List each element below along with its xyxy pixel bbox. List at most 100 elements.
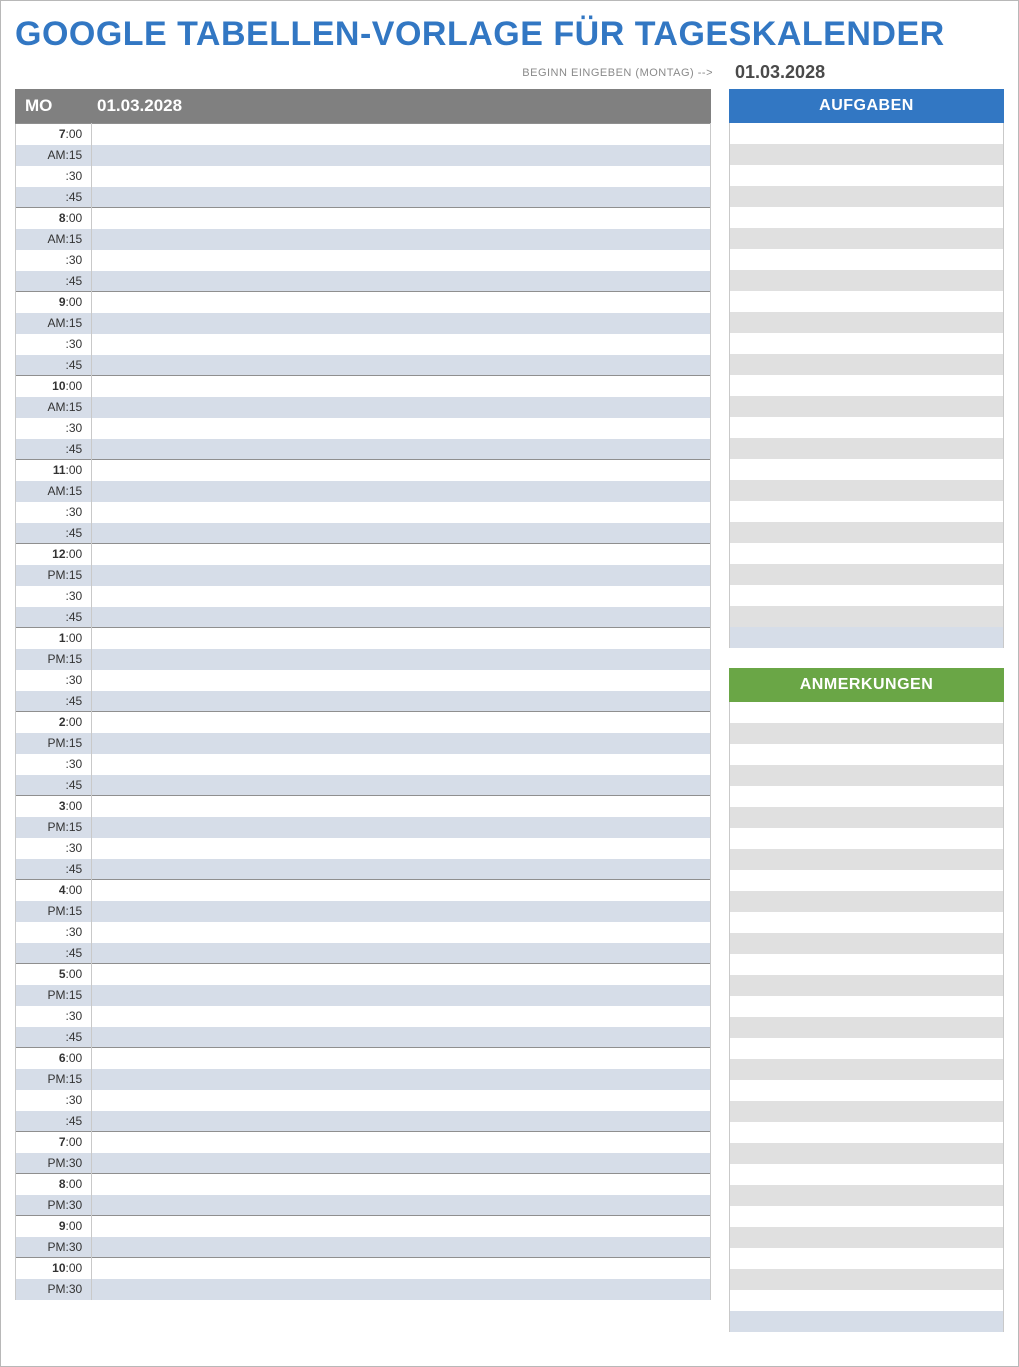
schedule-cell[interactable] — [92, 922, 711, 943]
schedule-cell[interactable] — [92, 733, 711, 754]
side-cell[interactable] — [730, 417, 1004, 438]
side-cell[interactable] — [730, 1311, 1004, 1332]
side-cell[interactable] — [730, 438, 1004, 459]
schedule-cell[interactable] — [92, 1258, 711, 1279]
schedule-cell[interactable] — [92, 1153, 711, 1174]
schedule-cell[interactable] — [92, 586, 711, 607]
side-cell[interactable] — [730, 933, 1004, 954]
start-date-value[interactable]: 01.03.2028 — [729, 62, 1004, 83]
schedule-cell[interactable] — [92, 208, 711, 229]
schedule-cell[interactable] — [92, 1279, 711, 1300]
schedule-cell[interactable] — [92, 544, 711, 565]
schedule-cell[interactable] — [92, 355, 711, 376]
schedule-cell[interactable] — [92, 334, 711, 355]
side-cell[interactable] — [730, 1185, 1004, 1206]
schedule-cell[interactable] — [92, 1132, 711, 1153]
side-cell[interactable] — [730, 1101, 1004, 1122]
side-cell[interactable] — [730, 870, 1004, 891]
side-cell[interactable] — [730, 165, 1004, 186]
schedule-cell[interactable] — [92, 376, 711, 397]
side-cell[interactable] — [730, 270, 1004, 291]
schedule-cell[interactable] — [92, 880, 711, 901]
side-cell[interactable] — [730, 501, 1004, 522]
schedule-cell[interactable] — [92, 691, 711, 712]
side-cell[interactable] — [730, 1248, 1004, 1269]
schedule-cell[interactable] — [92, 229, 711, 250]
side-cell[interactable] — [730, 807, 1004, 828]
side-cell[interactable] — [730, 1080, 1004, 1101]
side-cell[interactable] — [730, 954, 1004, 975]
schedule-cell[interactable] — [92, 565, 711, 586]
side-cell[interactable] — [730, 396, 1004, 417]
side-cell[interactable] — [730, 627, 1004, 648]
schedule-cell[interactable] — [92, 859, 711, 880]
side-cell[interactable] — [730, 996, 1004, 1017]
schedule-cell[interactable] — [92, 124, 711, 145]
schedule-cell[interactable] — [92, 943, 711, 964]
schedule-cell[interactable] — [92, 418, 711, 439]
side-cell[interactable] — [730, 249, 1004, 270]
side-cell[interactable] — [730, 585, 1004, 606]
schedule-cell[interactable] — [92, 1048, 711, 1069]
schedule-cell[interactable] — [92, 1027, 711, 1048]
schedule-cell[interactable] — [92, 1237, 711, 1258]
side-cell[interactable] — [730, 723, 1004, 744]
schedule-cell[interactable] — [92, 187, 711, 208]
schedule-cell[interactable] — [92, 754, 711, 775]
side-cell[interactable] — [730, 1269, 1004, 1290]
side-cell[interactable] — [730, 186, 1004, 207]
side-cell[interactable] — [730, 543, 1004, 564]
side-cell[interactable] — [730, 786, 1004, 807]
side-cell[interactable] — [730, 975, 1004, 996]
side-cell[interactable] — [730, 207, 1004, 228]
side-cell[interactable] — [730, 702, 1004, 723]
schedule-cell[interactable] — [92, 166, 711, 187]
side-cell[interactable] — [730, 828, 1004, 849]
side-cell[interactable] — [730, 1206, 1004, 1227]
side-cell[interactable] — [730, 1017, 1004, 1038]
schedule-cell[interactable] — [92, 985, 711, 1006]
schedule-cell[interactable] — [92, 145, 711, 166]
schedule-cell[interactable] — [92, 439, 711, 460]
schedule-cell[interactable] — [92, 481, 711, 502]
schedule-cell[interactable] — [92, 1006, 711, 1027]
side-cell[interactable] — [730, 333, 1004, 354]
side-cell[interactable] — [730, 1164, 1004, 1185]
schedule-cell[interactable] — [92, 1216, 711, 1237]
schedule-cell[interactable] — [92, 1174, 711, 1195]
side-cell[interactable] — [730, 228, 1004, 249]
side-cell[interactable] — [730, 375, 1004, 396]
side-cell[interactable] — [730, 891, 1004, 912]
schedule-cell[interactable] — [92, 817, 711, 838]
side-cell[interactable] — [730, 459, 1004, 480]
side-cell[interactable] — [730, 354, 1004, 375]
side-cell[interactable] — [730, 144, 1004, 165]
side-cell[interactable] — [730, 1122, 1004, 1143]
schedule-cell[interactable] — [92, 1069, 711, 1090]
side-cell[interactable] — [730, 312, 1004, 333]
side-cell[interactable] — [730, 123, 1004, 144]
schedule-cell[interactable] — [92, 712, 711, 733]
schedule-cell[interactable] — [92, 607, 711, 628]
schedule-cell[interactable] — [92, 397, 711, 418]
schedule-cell[interactable] — [92, 502, 711, 523]
side-cell[interactable] — [730, 1038, 1004, 1059]
side-cell[interactable] — [730, 606, 1004, 627]
schedule-cell[interactable] — [92, 796, 711, 817]
side-cell[interactable] — [730, 564, 1004, 585]
schedule-cell[interactable] — [92, 460, 711, 481]
schedule-cell[interactable] — [92, 628, 711, 649]
schedule-cell[interactable] — [92, 901, 711, 922]
schedule-cell[interactable] — [92, 838, 711, 859]
schedule-cell[interactable] — [92, 964, 711, 985]
schedule-cell[interactable] — [92, 523, 711, 544]
schedule-cell[interactable] — [92, 250, 711, 271]
schedule-cell[interactable] — [92, 649, 711, 670]
schedule-cell[interactable] — [92, 1090, 711, 1111]
schedule-cell[interactable] — [92, 1111, 711, 1132]
schedule-cell[interactable] — [92, 313, 711, 334]
side-cell[interactable] — [730, 849, 1004, 870]
side-cell[interactable] — [730, 522, 1004, 543]
side-cell[interactable] — [730, 1290, 1004, 1311]
schedule-cell[interactable] — [92, 775, 711, 796]
